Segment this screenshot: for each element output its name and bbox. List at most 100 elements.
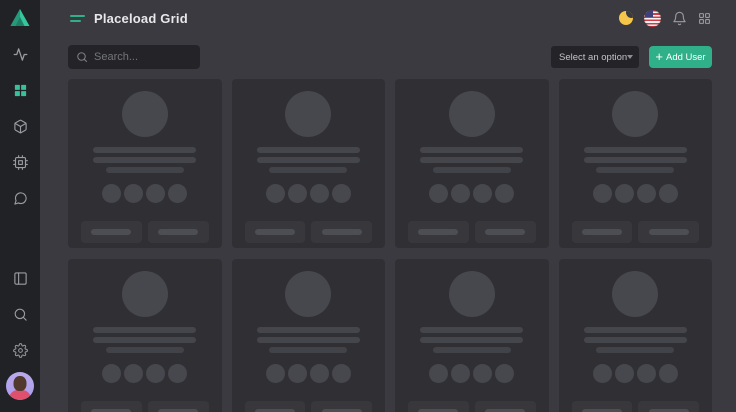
avatar-placeholder bbox=[612, 271, 658, 317]
button-placeholder bbox=[245, 401, 306, 412]
text-line-placeholder bbox=[433, 347, 511, 353]
chat-bubble-icon bbox=[13, 191, 28, 206]
sidebar-item-settings[interactable] bbox=[0, 332, 40, 368]
sidebar bbox=[0, 0, 40, 412]
avatar-placeholder bbox=[285, 91, 331, 137]
sidebar-item-system[interactable] bbox=[0, 144, 40, 180]
dot-placeholder bbox=[102, 184, 121, 203]
dot-placeholder bbox=[495, 184, 514, 203]
add-user-label: Add User bbox=[666, 52, 706, 63]
button-placeholder bbox=[638, 401, 699, 412]
placeholder-card bbox=[232, 259, 386, 412]
text-line-placeholder bbox=[584, 327, 687, 333]
dot-placeholder bbox=[473, 184, 492, 203]
sidebar-item-grid[interactable] bbox=[0, 72, 40, 108]
sidebar-item-activity[interactable] bbox=[0, 36, 40, 72]
search-box bbox=[68, 45, 200, 69]
placeholder-card bbox=[232, 79, 386, 248]
dot-placeholder bbox=[473, 364, 492, 383]
button-placeholder-row bbox=[572, 221, 700, 243]
dot-placeholder bbox=[332, 364, 351, 383]
text-line-placeholder bbox=[93, 157, 196, 163]
chevron-down-icon bbox=[627, 55, 633, 59]
text-line-placeholder bbox=[269, 167, 347, 173]
language-selector[interactable] bbox=[644, 10, 661, 27]
text-line-placeholder bbox=[106, 167, 184, 173]
dots-placeholder-row bbox=[102, 184, 187, 203]
text-line-placeholder bbox=[420, 147, 523, 153]
avatar-body-shape bbox=[9, 390, 31, 400]
bell-icon bbox=[672, 11, 687, 26]
text-line-placeholder bbox=[584, 337, 687, 343]
button-bar-placeholder bbox=[418, 229, 458, 235]
button-placeholder-row bbox=[408, 221, 536, 243]
plus-icon: + bbox=[655, 50, 663, 63]
text-line-placeholder bbox=[420, 157, 523, 163]
moon-icon bbox=[619, 11, 633, 25]
text-line-placeholder bbox=[596, 347, 674, 353]
dot-placeholder bbox=[429, 364, 448, 383]
sidebar-item-messages[interactable] bbox=[0, 180, 40, 216]
dot-placeholder bbox=[124, 184, 143, 203]
dot-placeholder bbox=[288, 184, 307, 203]
dots-placeholder-row bbox=[593, 364, 678, 383]
search-icon bbox=[13, 307, 28, 322]
toolbar-right-group: Select an option + Add User bbox=[551, 46, 712, 68]
grid-icon bbox=[13, 83, 28, 98]
placeholder-card bbox=[559, 259, 713, 412]
dot-placeholder bbox=[615, 364, 634, 383]
button-placeholder bbox=[148, 221, 209, 243]
sidebar-bottom-group bbox=[0, 260, 40, 412]
avatar-head-shape bbox=[14, 376, 27, 391]
dot-placeholder bbox=[146, 364, 165, 383]
app-logo[interactable] bbox=[0, 0, 40, 36]
dot-placeholder bbox=[637, 364, 656, 383]
sidebar-item-components[interactable] bbox=[0, 108, 40, 144]
button-bar-placeholder bbox=[158, 229, 198, 235]
header: Placeload Grid bbox=[40, 0, 736, 36]
main-area: Placeload Grid Select an option bbox=[40, 0, 736, 412]
text-line-placeholder bbox=[596, 167, 674, 173]
placeholder-card-grid bbox=[40, 79, 736, 412]
apps-menu-button[interactable] bbox=[698, 12, 711, 25]
dot-placeholder bbox=[495, 364, 514, 383]
sidebar-item-search[interactable] bbox=[0, 296, 40, 332]
select-value: Select an option bbox=[559, 52, 627, 63]
user-avatar[interactable] bbox=[6, 372, 34, 400]
search-input[interactable] bbox=[94, 51, 192, 63]
button-bar-placeholder bbox=[255, 229, 295, 235]
dot-placeholder bbox=[637, 184, 656, 203]
notifications-button[interactable] bbox=[672, 11, 687, 26]
dot-placeholder bbox=[451, 364, 470, 383]
text-line-placeholder bbox=[420, 337, 523, 343]
button-placeholder bbox=[81, 401, 142, 412]
button-placeholder bbox=[311, 401, 372, 412]
dots-placeholder-row bbox=[593, 184, 678, 203]
avatar-placeholder bbox=[122, 91, 168, 137]
button-bar-placeholder bbox=[649, 229, 689, 235]
button-placeholder-row bbox=[245, 221, 373, 243]
text-line-placeholder bbox=[584, 157, 687, 163]
sidebar-item-panels[interactable] bbox=[0, 260, 40, 296]
hamburger-menu-icon[interactable] bbox=[70, 13, 85, 24]
dot-placeholder bbox=[168, 184, 187, 203]
button-placeholder bbox=[572, 221, 633, 243]
text-line-placeholder bbox=[93, 327, 196, 333]
button-placeholder bbox=[572, 401, 633, 412]
us-flag-icon bbox=[644, 10, 661, 27]
button-placeholder bbox=[638, 221, 699, 243]
placeholder-card bbox=[395, 259, 549, 412]
button-placeholder bbox=[475, 401, 536, 412]
dark-mode-toggle[interactable] bbox=[619, 11, 633, 25]
activity-icon bbox=[13, 47, 28, 62]
text-line-placeholder bbox=[93, 337, 196, 343]
dot-placeholder bbox=[288, 364, 307, 383]
text-line-placeholder bbox=[420, 327, 523, 333]
option-select[interactable]: Select an option bbox=[551, 46, 639, 68]
avatar-placeholder bbox=[285, 271, 331, 317]
dot-placeholder bbox=[593, 364, 612, 383]
avatar-placeholder bbox=[449, 271, 495, 317]
button-placeholder bbox=[408, 221, 469, 243]
button-placeholder-row bbox=[245, 401, 373, 412]
add-user-button[interactable]: + Add User bbox=[649, 46, 712, 68]
